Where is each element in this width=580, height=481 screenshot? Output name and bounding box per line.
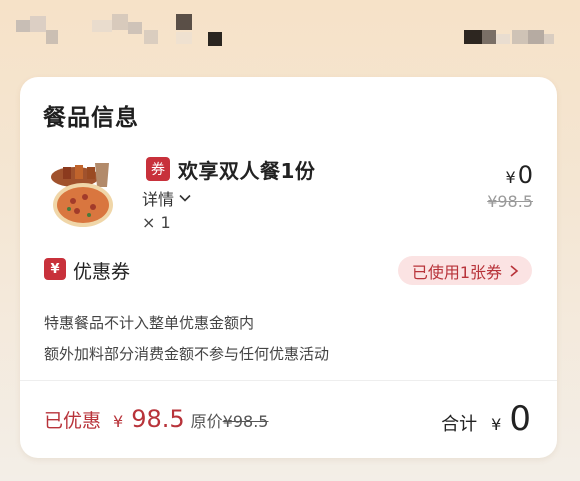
card-title: 餐品信息 bbox=[43, 105, 139, 131]
total-currency: ¥ bbox=[491, 415, 502, 434]
notes: 特惠餐品不计入整单优惠金额内 额外加料部分消费金额不参与任何优惠活动 bbox=[44, 308, 329, 370]
saved-value: 98.5 bbox=[131, 405, 185, 433]
original-price: ¥98.5 bbox=[487, 192, 533, 211]
price-value: 0 bbox=[517, 161, 533, 189]
quantity: × 1 bbox=[142, 213, 171, 232]
note-line: 额外加料部分消费金额不参与任何优惠活动 bbox=[44, 345, 330, 363]
coupon-tag-icon: 券 bbox=[146, 157, 170, 181]
coupon-label: 优惠券 bbox=[73, 261, 131, 283]
current-price: ¥ 0 bbox=[506, 161, 533, 189]
original-label: 原价 bbox=[190, 412, 223, 431]
coupon-used-button[interactable]: 已使用1张券 bbox=[397, 256, 532, 285]
chevron-right-icon bbox=[510, 265, 519, 277]
price-currency: ¥ bbox=[505, 168, 516, 187]
product-name: 欢享双人餐1份 bbox=[178, 159, 316, 183]
discount-summary: 已优惠 ¥ 98.5 原价 ¥98.5 bbox=[44, 405, 268, 433]
coupon-used-label: 已使用1张券 bbox=[411, 262, 502, 282]
total-value: 0 bbox=[509, 399, 531, 439]
blurred-header bbox=[0, 0, 580, 60]
pizza-meal-image bbox=[51, 163, 113, 227]
original-total: ¥98.5 bbox=[222, 412, 269, 431]
chevron-down-icon bbox=[179, 194, 191, 202]
saved-label: 已优惠 bbox=[44, 410, 102, 432]
details-link[interactable]: 详情 bbox=[142, 186, 192, 210]
divider bbox=[20, 380, 557, 381]
note-line: 特惠餐品不计入整单优惠金额内 bbox=[44, 314, 255, 332]
details-label: 详情 bbox=[142, 190, 175, 209]
yen-coupon-icon: ¥ bbox=[44, 258, 66, 280]
total-summary: 合计 ¥ 0 bbox=[441, 399, 531, 439]
meal-info-card: 餐品信息 券 欢享双人餐1份 详情 × 1 ¥ 0 ¥98.5 ¥ 优惠券 已使… bbox=[20, 77, 557, 458]
saved-currency: ¥ bbox=[113, 412, 124, 431]
total-label: 合计 bbox=[441, 414, 478, 435]
